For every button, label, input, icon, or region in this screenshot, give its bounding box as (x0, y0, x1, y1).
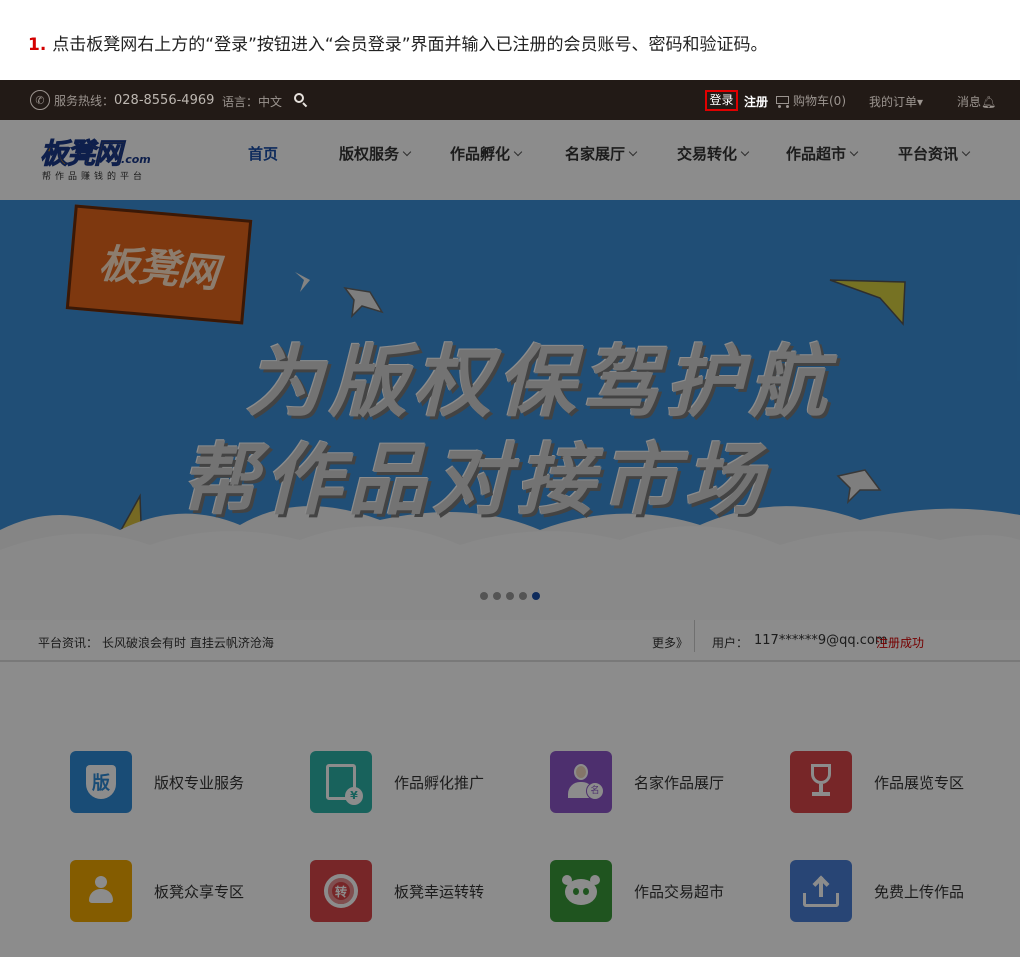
cart-icon (773, 94, 791, 108)
nav-news-label: 平台资讯 (898, 145, 959, 163)
user-label: 用户： (712, 636, 749, 650)
hotline-number: 028-8556-4969 (114, 92, 215, 108)
trophy-icon (790, 751, 852, 813)
site-logo[interactable]: 板凳网.com 帮作品赚钱的平台 (39, 132, 170, 183)
messages-label: 消息 (957, 95, 982, 109)
service-share[interactable]: 板凳众享专区 (70, 860, 244, 922)
star-icon (343, 286, 384, 319)
service-copyright[interactable]: 版 版权专业服务 (70, 751, 244, 813)
user-status: 注册成功 (876, 636, 925, 650)
upload-icon (790, 860, 852, 922)
nav-home[interactable]: 首页 (248, 143, 278, 164)
phone-icon: ✆ (30, 90, 50, 110)
carousel-dots (480, 592, 540, 600)
step-number: 1. (28, 35, 47, 55)
star-icon (836, 469, 882, 505)
hotline: ✆ 服务热线： 028-8556-4969 (30, 90, 214, 110)
service-label: 名家作品展厅 (634, 773, 725, 792)
service-gallery[interactable]: 名家作品展厅 (550, 751, 724, 813)
nav-trade[interactable]: 交易转化 (677, 143, 750, 164)
step-description: 点击板凳网右上方的“登录”按钮进入“会员登录”界面并输入已注册的会员账号、密码和… (52, 35, 768, 55)
chevron-down-icon (628, 147, 638, 157)
logo-main: 板凳网 (39, 137, 122, 171)
nav-market-label: 作品超市 (786, 145, 847, 163)
orders-menu[interactable]: 我的订单▾ (869, 93, 923, 110)
chevron-down-icon (402, 147, 412, 157)
nav-market[interactable]: 作品超市 (786, 143, 859, 164)
chevron-down-icon (849, 147, 859, 157)
website-screenshot: ✆ 服务热线： 028-8556-4969 语言：中文 登录 注册 购物车(0) … (0, 80, 1020, 957)
banner-tag: 板凳网 (65, 204, 253, 325)
user-account: 117******9@qq.com (754, 633, 888, 648)
service-exhibition[interactable]: 作品展览专区 (790, 751, 964, 813)
wheel-glyph: 转 (324, 874, 358, 908)
cart-label: 购物车(0) (793, 94, 846, 108)
star-icon (295, 272, 310, 292)
group-icon (70, 860, 132, 922)
nav-home-label: 首页 (248, 145, 279, 163)
nav-incubation-label: 作品孵化 (450, 145, 511, 163)
carousel-dot-active[interactable] (532, 592, 540, 600)
document-icon (310, 751, 372, 813)
service-incubation[interactable]: 作品孵化推广 (310, 751, 484, 813)
nav-copyright-label: 版权服务 (339, 145, 400, 163)
messages-link[interactable]: 消息🔔︎ (957, 93, 996, 110)
search-icon[interactable] (294, 93, 308, 108)
service-label: 版权专业服务 (154, 773, 245, 792)
carousel-dot[interactable] (493, 592, 501, 600)
nav-copyright[interactable]: 版权服务 (339, 143, 412, 164)
instruction-text: 1. 点击板凳网右上方的“登录”按钮进入“会员登录”界面并输入已注册的会员账号、密… (28, 30, 768, 55)
chevron-down-icon (740, 147, 750, 157)
hero-banner[interactable]: 板凳网 为版权保驾护航 帮作品对接市场 (0, 200, 1020, 620)
nav-gallery-label: 名家展厅 (565, 145, 626, 163)
main-nav: 板凳网.com 帮作品赚钱的平台 首页 版权服务 作品孵化 名家展厅 交易转化 … (0, 120, 1020, 200)
news-strip: 平台资讯： 长风破浪会有时 直挂云帆济沧海 更多》 用户： 117******9… (0, 620, 1020, 662)
nav-gallery[interactable]: 名家展厅 (565, 143, 638, 164)
chevron-down-icon (513, 147, 523, 157)
bell-icon: 🔔︎ (981, 95, 997, 109)
top-bar: ✆ 服务热线： 028-8556-4969 语言：中文 登录 注册 购物车(0) … (0, 80, 1020, 120)
service-label: 作品展览专区 (874, 773, 965, 792)
login-button[interactable]: 登录 (705, 90, 738, 111)
nav-news[interactable]: 平台资讯 (898, 143, 971, 164)
triangle-icon (829, 279, 906, 326)
news-label: 平台资讯： (38, 636, 99, 650)
shield-icon: 版 (70, 751, 132, 813)
service-upload[interactable]: 免费上传作品 (790, 860, 964, 922)
wheel-icon: 转 (310, 860, 372, 922)
hotline-label: 服务热线： (54, 93, 115, 108)
service-label: 板凳众享专区 (154, 882, 245, 901)
service-market[interactable]: 作品交易超市 (550, 860, 724, 922)
cart-link[interactable]: 购物车(0) (773, 92, 846, 109)
more-link[interactable]: 更多》 (652, 634, 688, 651)
service-label: 免费上传作品 (874, 882, 965, 901)
carousel-dot[interactable] (480, 592, 488, 600)
nav-incubation[interactable]: 作品孵化 (450, 143, 523, 164)
person-icon (550, 751, 612, 813)
banner-headline-2: 帮作品对接市场 (180, 436, 769, 526)
nav-trade-label: 交易转化 (677, 145, 738, 163)
carousel-dot[interactable] (519, 592, 527, 600)
panda-icon (550, 860, 612, 922)
shield-glyph: 版 (86, 765, 116, 799)
logo-domain: .com (121, 153, 151, 166)
service-lucky-wheel[interactable]: 转 板凳幸运转转 (310, 860, 484, 922)
register-link[interactable]: 注册 (744, 93, 768, 110)
chevron-down-icon (961, 147, 971, 157)
service-label: 板凳幸运转转 (394, 882, 485, 901)
news-headline[interactable]: 长风破浪会有时 直挂云帆济沧海 (102, 634, 274, 651)
language-selector[interactable]: 语言：中文 (222, 93, 282, 110)
logo-slogan: 帮作品赚钱的平台 (42, 172, 147, 182)
service-label: 作品孵化推广 (394, 773, 485, 792)
divider (694, 620, 695, 652)
banner-headline-1: 为版权保驾护航 (245, 338, 834, 428)
carousel-dot[interactable] (506, 592, 514, 600)
service-label: 作品交易超市 (634, 882, 725, 901)
